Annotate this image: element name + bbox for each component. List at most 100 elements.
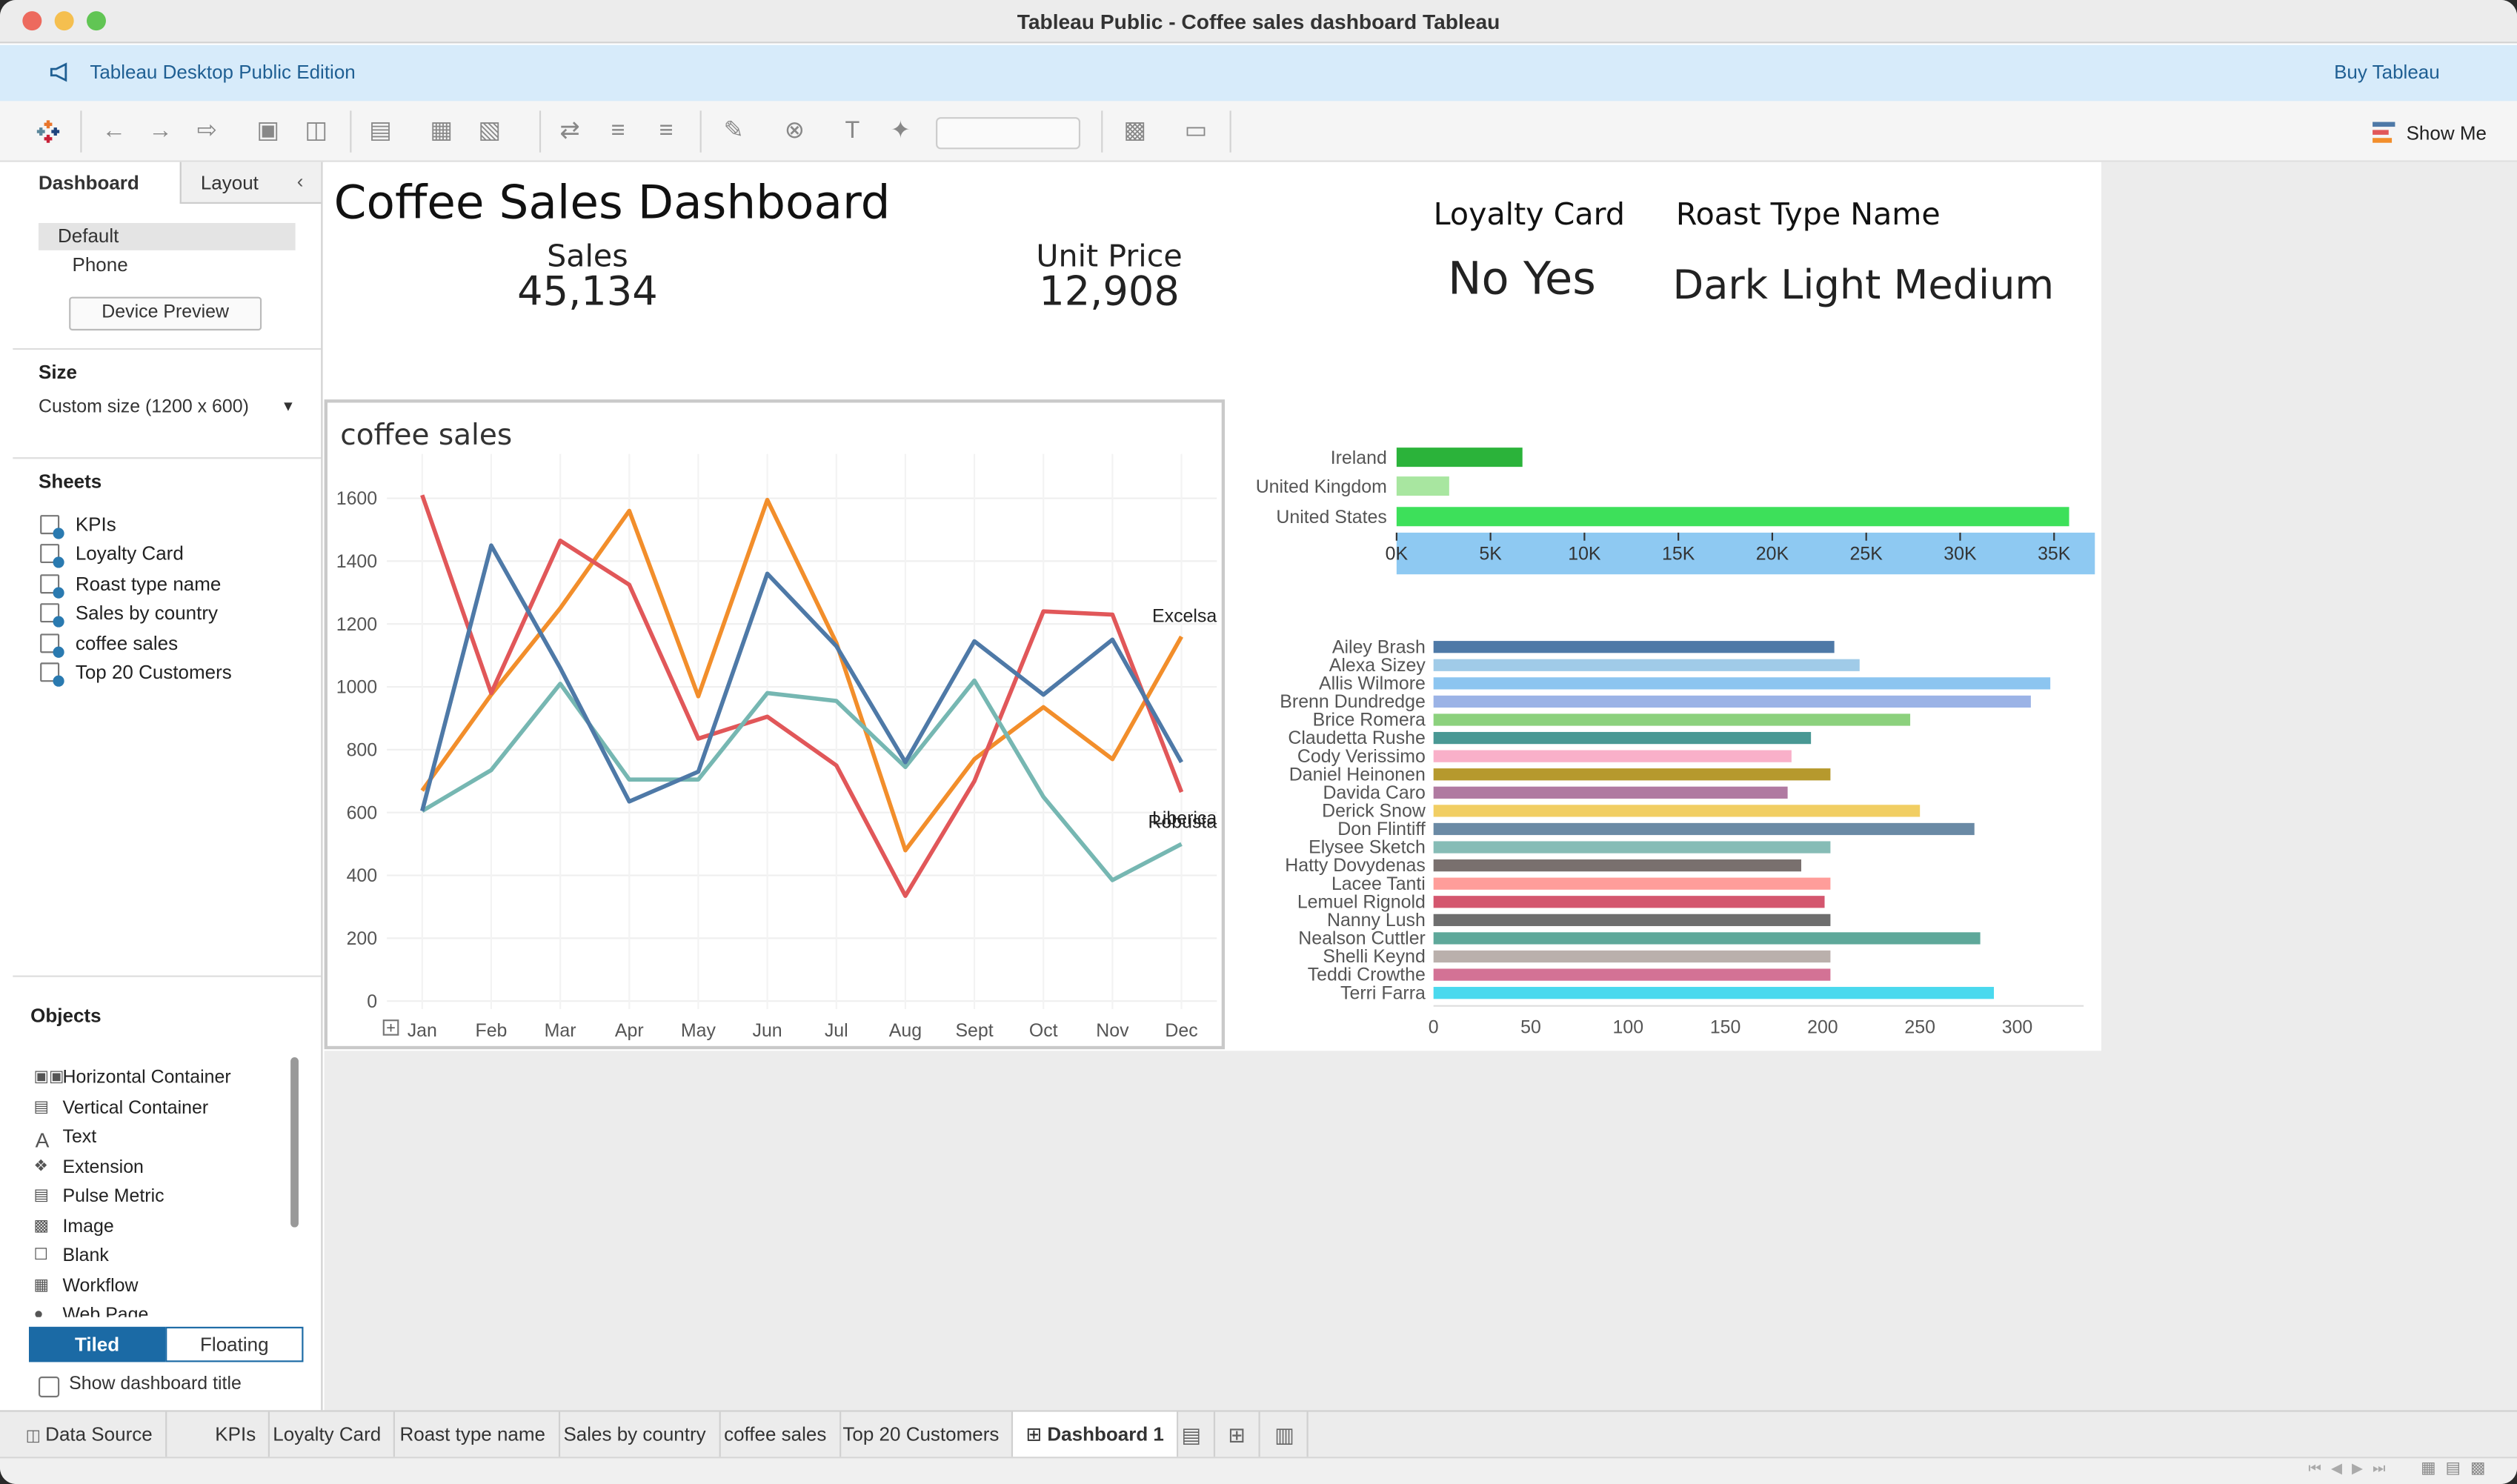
country-label: Ireland — [1331, 447, 1387, 468]
tab-sales-by-country[interactable]: Sales by country — [551, 1411, 721, 1459]
object-item[interactable]: Blank — [62, 1247, 108, 1266]
customer-bar — [1433, 859, 1802, 872]
save-icon[interactable]: ▣ — [253, 117, 282, 146]
sort-ascending-icon[interactable]: ≡ — [604, 117, 633, 146]
sheet-item[interactable]: coffee sales — [76, 632, 178, 654]
loyalty-card-heading: Loyalty Card — [1433, 197, 1626, 233]
x-tick-label: 35K — [2038, 544, 2071, 565]
y-tick-label: 1200 — [336, 614, 377, 635]
sheet-item[interactable]: Loyalty Card — [76, 542, 184, 565]
sheet-tab-bar: ◫ Data Source KPIs Loyalty Card Roast ty… — [0, 1410, 2517, 1459]
objects-scrollbar[interactable] — [290, 1057, 299, 1228]
coffee-sales-sheet[interactable]: coffee sales 0 200 400 600 800 1000 1200 1400 16… — [324, 399, 1226, 1050]
x-tick-label: Jul — [825, 1020, 848, 1041]
worksheet-icon — [40, 633, 64, 658]
loyalty-card-filter[interactable]: No Yes — [1448, 252, 1596, 305]
buy-tableau-link[interactable]: Buy Tableau — [2334, 61, 2440, 83]
worksheet-icon — [40, 603, 64, 628]
sheet-nav-icons[interactable]: ⏮◀▶⏭ — [2308, 1460, 2395, 1478]
object-item[interactable]: Text — [62, 1128, 96, 1147]
series-line — [421, 678, 1183, 882]
show-cards-icon[interactable]: ▩ — [1120, 117, 1149, 146]
object-item[interactable]: Horizontal Container — [62, 1068, 230, 1088]
object-item[interactable]: Pulse Metric — [62, 1187, 164, 1206]
x-tick-label: Nov — [1096, 1020, 1129, 1041]
collapse-panel-icon[interactable]: ‹ — [297, 170, 304, 193]
sheet-item[interactable]: Roast type name — [76, 573, 222, 595]
worksheet-icon — [40, 515, 64, 539]
tab-dashboard-1[interactable]: ⊞ Dashboard 1 — [1011, 1411, 1179, 1459]
tab-loyalty-card[interactable]: Loyalty Card — [260, 1411, 396, 1459]
sheet-item[interactable]: Top 20 Customers — [76, 661, 232, 683]
x-tick-label: 30K — [1944, 544, 1977, 565]
object-item[interactable]: Vertical Container — [62, 1099, 208, 1118]
device-phone[interactable]: Phone — [72, 253, 127, 276]
show-me-icon[interactable] — [2373, 120, 2395, 143]
pin-icon[interactable]: ✦ — [886, 117, 915, 146]
object-item[interactable]: Extension — [62, 1158, 143, 1177]
tableau-logo-icon[interactable] — [36, 119, 61, 144]
back-icon[interactable]: ← — [99, 117, 128, 146]
tab-coffee-sales[interactable]: coffee sales — [711, 1411, 841, 1459]
extension-icon: ❖ — [33, 1158, 48, 1177]
x-tick-label: 100 — [1613, 1017, 1644, 1038]
tab-label: Dashboard 1 — [1047, 1423, 1164, 1446]
swap-icon[interactable]: ⇄ — [556, 117, 585, 146]
tiled-button[interactable]: Tiled — [28, 1326, 166, 1362]
device-preview-button[interactable]: Device Preview — [69, 296, 262, 331]
dashboard-side-panel: Dashboard Layout ‹ Default Phone Device … — [0, 162, 323, 1411]
x-tick-label: 20K — [1756, 544, 1789, 565]
sort-descending-icon[interactable]: ≡ — [652, 117, 681, 146]
sheet-item[interactable]: Sales by country — [76, 602, 218, 624]
forward-icon[interactable]: → — [146, 117, 175, 146]
new-dashboard-tab-icon[interactable]: ⊞ — [1215, 1411, 1260, 1459]
x-tick-label: 250 — [1904, 1017, 1935, 1038]
country-bar — [1396, 447, 1523, 468]
country-bar — [1396, 476, 1449, 496]
new-datasource-icon[interactable]: ◫ — [302, 117, 330, 146]
sheet-item[interactable]: KPIs — [76, 513, 116, 536]
floating-button[interactable]: Floating — [165, 1326, 304, 1362]
customer-bar — [1433, 713, 1911, 726]
redo-dropdown-icon[interactable]: ⇨ — [193, 117, 222, 146]
object-item[interactable]: Workflow — [62, 1277, 138, 1297]
new-worksheet-icon[interactable]: ▤ — [366, 117, 395, 146]
window-title: Tableau Public - Coffee sales dashboard … — [1017, 9, 1500, 34]
customer-bar — [1433, 841, 1831, 854]
worksheet-icon — [40, 544, 64, 568]
object-item[interactable]: Image — [62, 1218, 113, 1237]
tab-dashboard[interactable]: Dashboard — [13, 162, 180, 204]
duplicate-sheet-icon[interactable]: ▦ — [427, 117, 456, 146]
megaphone-icon — [50, 62, 67, 82]
x-tick-label: 300 — [2002, 1017, 2033, 1038]
show-me-button[interactable]: Show Me — [2407, 122, 2487, 144]
status-bar: ⏮◀▶⏭ ▦▤▩ — [0, 1457, 2517, 1484]
group-icon[interactable]: ⊗ — [780, 117, 809, 146]
tab-roast-type-name[interactable]: Roast type name — [387, 1411, 560, 1459]
size-dropdown[interactable]: Custom size (1200 x 600) ▼ — [39, 398, 299, 417]
x-tick-label: Apr — [615, 1020, 644, 1041]
show-title-checkbox[interactable] — [38, 1376, 60, 1398]
edition-label: Tableau Desktop Public Edition — [90, 61, 356, 84]
tab-top-20-customers[interactable]: Top 20 Customers — [830, 1411, 1014, 1459]
fit-dropdown[interactable] — [936, 117, 1081, 150]
device-default[interactable]: Default — [58, 224, 119, 247]
customer-bar — [1433, 877, 1831, 890]
vertical-container-icon: ▤ — [33, 1099, 49, 1117]
roast-type-filter[interactable]: Dark Light Medium — [1672, 262, 2054, 308]
labels-icon[interactable]: T — [838, 117, 867, 146]
sheets-heading: Sheets — [38, 470, 102, 493]
view-mode-icons[interactable]: ▦▤▩ — [2421, 1460, 2495, 1478]
customer-bar — [1433, 750, 1792, 762]
presentation-mode-icon[interactable]: ▭ — [1182, 117, 1211, 146]
highlight-icon[interactable]: ✎ — [719, 117, 748, 146]
country-label: United States — [1276, 507, 1386, 528]
tab-data-source[interactable]: ◫ Data Source — [13, 1411, 167, 1459]
y-tick-label: 200 — [347, 928, 378, 949]
x-tick-label: Feb — [475, 1020, 507, 1041]
object-item[interactable]: Web Page — [62, 1306, 148, 1317]
country-bar-chart: Ireland United Kingdom United States0K 5K 10… — [1256, 447, 2095, 575]
new-story-tab-icon[interactable]: ▥ — [1262, 1411, 1309, 1459]
clear-sheet-icon[interactable]: ▧ — [475, 117, 504, 146]
new-worksheet-tab-icon[interactable]: ▤ — [1168, 1411, 1216, 1459]
